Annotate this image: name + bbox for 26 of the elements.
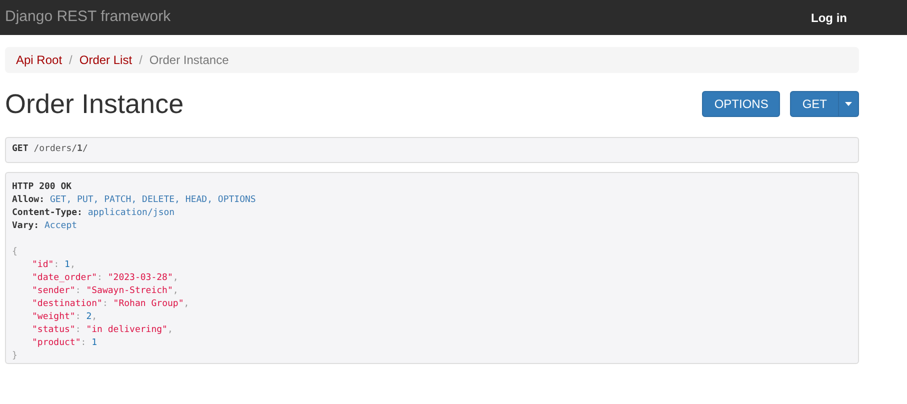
json-line: "date_order": "2023-03-28",	[31, 272, 178, 285]
json-line: "weight": 2,	[31, 311, 98, 324]
json-line: "status": "in delivering",	[31, 324, 173, 337]
dropdown-toggle[interactable]	[839, 91, 859, 117]
breadcrumb-link[interactable]: Order List	[79, 51, 132, 69]
caret-icon	[845, 102, 852, 106]
login-link[interactable]: Log in	[811, 8, 847, 26]
json-brace: }	[12, 350, 18, 363]
get-button[interactable]: GET	[790, 91, 839, 117]
request-line: GET /orders/1/	[12, 143, 88, 156]
breadcrumb-link[interactable]: Api Root	[16, 51, 62, 69]
breadcrumb-separator: /	[68, 52, 74, 69]
response-header: Content-Type: application/json	[12, 207, 175, 220]
brand-title[interactable]: Django REST framework	[5, 6, 171, 29]
json-line: "destination": "Rohan Group",	[31, 298, 190, 311]
options-button[interactable]: OPTIONS	[702, 91, 780, 117]
breadcrumb-link[interactable]: Order Instance	[149, 51, 229, 69]
response-header: Vary: Accept	[12, 220, 78, 233]
breadcrumb-separator: /	[138, 52, 144, 69]
json-line: "id": 1,	[31, 259, 76, 272]
response-header: Allow: GET, PUT, PATCH, DELETE, HEAD, OPTIONS	[12, 194, 256, 207]
json-line: "product": 1	[31, 337, 98, 350]
page-title: Order Instance	[5, 89, 184, 119]
json-brace: {	[12, 246, 18, 259]
json-line: "sender": "Sawayn-Streich",	[31, 285, 178, 298]
status-line: HTTP 200 OK	[12, 181, 72, 194]
